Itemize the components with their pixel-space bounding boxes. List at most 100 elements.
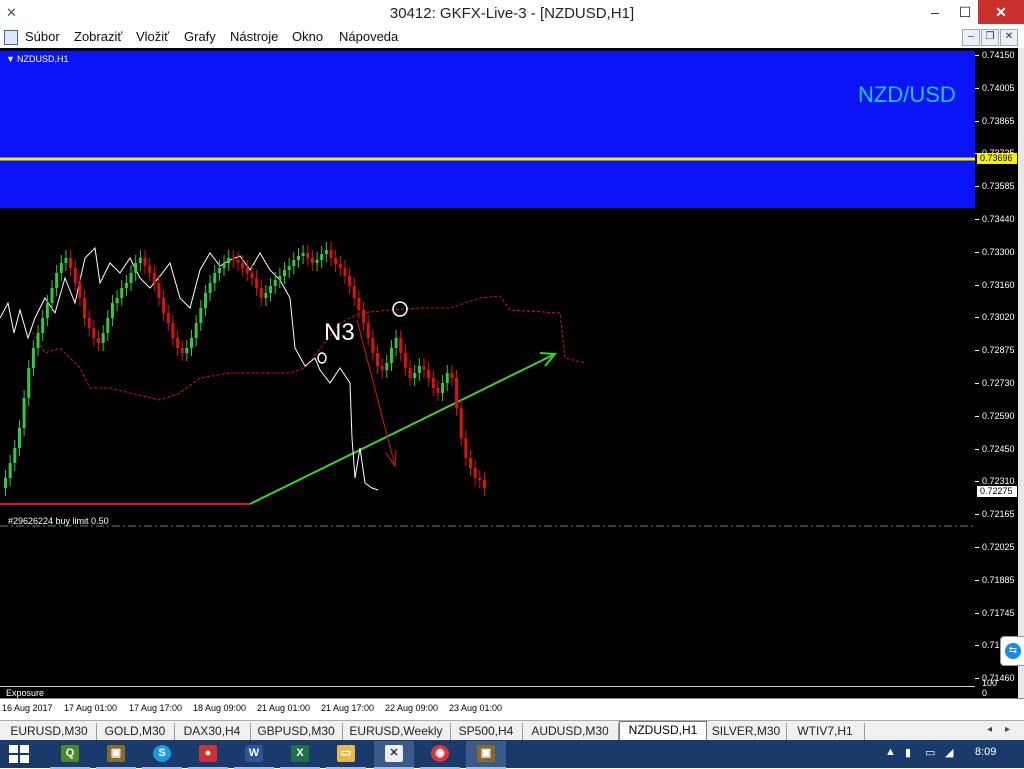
metatrader-icon: ✕ xyxy=(385,745,403,762)
menu-napoveda[interactable]: Nápoveda xyxy=(339,29,398,44)
app-icon: ▣ xyxy=(107,745,125,762)
teamviewer-panel[interactable]: ⇆ xyxy=(1000,636,1024,666)
candle-body xyxy=(120,288,124,298)
time-label: 23 Aug 01:00 xyxy=(449,703,503,713)
price-chart[interactable]: ▼ NZDUSD,H1 NZD/USD #29626224 buy limit … xyxy=(0,48,975,686)
minimize-button[interactable]: – xyxy=(920,0,950,24)
candles xyxy=(4,242,486,496)
candle-body xyxy=(217,268,221,273)
candle-body xyxy=(441,383,445,393)
tab-sp500-h4[interactable]: SP500,H4 xyxy=(450,723,523,740)
candle-body xyxy=(194,323,198,338)
taskbar-app-4[interactable]: ● xyxy=(188,741,228,769)
tray-battery-icon[interactable]: ▭ xyxy=(925,746,935,759)
candle-body xyxy=(55,273,59,288)
current-price-tag: 0.72275 xyxy=(977,486,1017,497)
price-label: 0.72450 xyxy=(982,443,1015,454)
candle-body xyxy=(45,303,49,318)
candle-body xyxy=(36,333,40,348)
candle-body xyxy=(376,353,379,366)
menu-zobrazit[interactable]: Zobraziť xyxy=(74,29,122,44)
candle-body xyxy=(413,373,417,378)
candle-body xyxy=(97,338,100,343)
tab-audusd-m30[interactable]: AUDUSD,M30 xyxy=(522,723,619,740)
price-tick xyxy=(975,284,979,286)
tab-eurusd-weekly[interactable]: EURUSD,Weekly xyxy=(342,723,451,740)
taskbar-metatrader-2[interactable]: ▣ xyxy=(466,741,506,769)
tab-gbpusd-m30[interactable]: GBPUSD,M30 xyxy=(250,723,343,740)
price-label: 0.72590 xyxy=(982,410,1015,421)
price-tick xyxy=(975,678,979,680)
time-label: 18 Aug 09:00 xyxy=(193,703,247,713)
menu-subor[interactable]: Súbor xyxy=(25,29,60,44)
candle-body xyxy=(362,310,366,323)
price-axis[interactable]: 0.741500.740050.738650.737250.735850.734… xyxy=(975,48,1018,698)
marker-circle xyxy=(317,352,327,364)
candle-body xyxy=(399,338,403,353)
taskbar-app-2[interactable]: ▣ xyxy=(96,741,136,769)
candle-body xyxy=(250,273,254,278)
candle-body xyxy=(101,333,105,343)
menu-grafy[interactable]: Grafy xyxy=(184,29,216,44)
menu-bar: Súbor Zobraziť Vložiť Grafy Nástroje Okn… xyxy=(0,27,1024,47)
mdi-minimize-button[interactable]: – xyxy=(962,29,980,46)
tab-nzdusd-h1[interactable]: NZDUSD,H1 xyxy=(619,721,707,742)
document-icon[interactable] xyxy=(4,30,18,45)
candle-body xyxy=(78,283,82,298)
mdi-restore-button[interactable]: ❐ xyxy=(981,29,999,46)
candle-body xyxy=(287,266,291,270)
tray-volume-icon[interactable]: ◢ xyxy=(945,746,953,759)
candle-body xyxy=(371,338,375,353)
candle-body xyxy=(264,293,268,298)
candle-body xyxy=(417,366,421,373)
tab-eurusd-m30[interactable]: EURUSD,M30 xyxy=(2,723,97,740)
price-tick xyxy=(975,350,979,352)
taskbar-explorer[interactable]: ▭ xyxy=(326,741,366,769)
candle-body xyxy=(166,313,170,323)
candle-body xyxy=(231,258,235,260)
taskbar-metatrader[interactable]: ✕ xyxy=(374,741,414,769)
price-tick xyxy=(975,55,979,56)
taskbar-excel[interactable]: X xyxy=(280,741,320,769)
taskbar-skype[interactable]: S xyxy=(142,741,182,769)
candle-body xyxy=(408,368,412,378)
tab-wtiv7-h1[interactable]: WTIV7,H1 xyxy=(786,723,865,740)
taskbar-word[interactable]: W xyxy=(234,741,274,769)
candle-body xyxy=(269,286,273,293)
candle-body xyxy=(59,263,63,273)
app-icon: ● xyxy=(199,745,217,762)
menu-vlozit[interactable]: Vložiť xyxy=(136,29,169,44)
close-button[interactable]: ✕ xyxy=(978,0,1024,24)
time-axis[interactable]: 16 Aug 2017 17 Aug 01:00 17 Aug 17:00 18… xyxy=(0,698,1024,721)
candle-body xyxy=(292,260,296,266)
maximize-button[interactable]: ☐ xyxy=(950,0,980,24)
menu-nastroje[interactable]: Nástroje xyxy=(230,29,278,44)
candle-body xyxy=(455,378,459,408)
price-tick xyxy=(975,645,979,647)
candle-body xyxy=(348,276,352,286)
tab-gold-m30[interactable]: GOLD,M30 xyxy=(96,723,175,740)
right-scrollbar[interactable] xyxy=(1018,48,1024,698)
time-label: 21 Aug 17:00 xyxy=(321,703,375,713)
tab-dax30-h4[interactable]: DAX30,H4 xyxy=(174,723,251,740)
windows-start-icon[interactable] xyxy=(8,744,30,764)
tray-network-icon[interactable]: ▮ xyxy=(905,746,911,759)
candle-body xyxy=(445,373,449,383)
mdi-close-button[interactable]: ✕ xyxy=(1000,29,1018,46)
candle-body xyxy=(13,448,17,463)
taskbar-app-1[interactable]: Q xyxy=(50,741,90,769)
window-title: 30412: GKFX-Live-3 - [NZDUSD,H1] xyxy=(389,5,635,22)
taskbar-chrome[interactable]: ◉ xyxy=(420,741,460,769)
tabs-scroll-right-icon[interactable]: ▸ xyxy=(1005,724,1010,735)
tray-clock[interactable]: 8:09 xyxy=(975,746,996,758)
price-label: 0.72165 xyxy=(982,509,1015,520)
app-icon: Q xyxy=(61,745,79,762)
price-tick xyxy=(975,448,979,450)
exposure-label: Exposure xyxy=(6,688,45,698)
tab-silver-m30[interactable]: SILVER,M30 xyxy=(706,723,787,740)
tray-expand-icon[interactable]: ▲ xyxy=(885,746,896,758)
menu-okno[interactable]: Okno xyxy=(292,29,323,44)
candle-body xyxy=(185,348,189,353)
candle-body xyxy=(27,368,31,398)
tabs-scroll-left-icon[interactable]: ◂ xyxy=(987,724,992,735)
